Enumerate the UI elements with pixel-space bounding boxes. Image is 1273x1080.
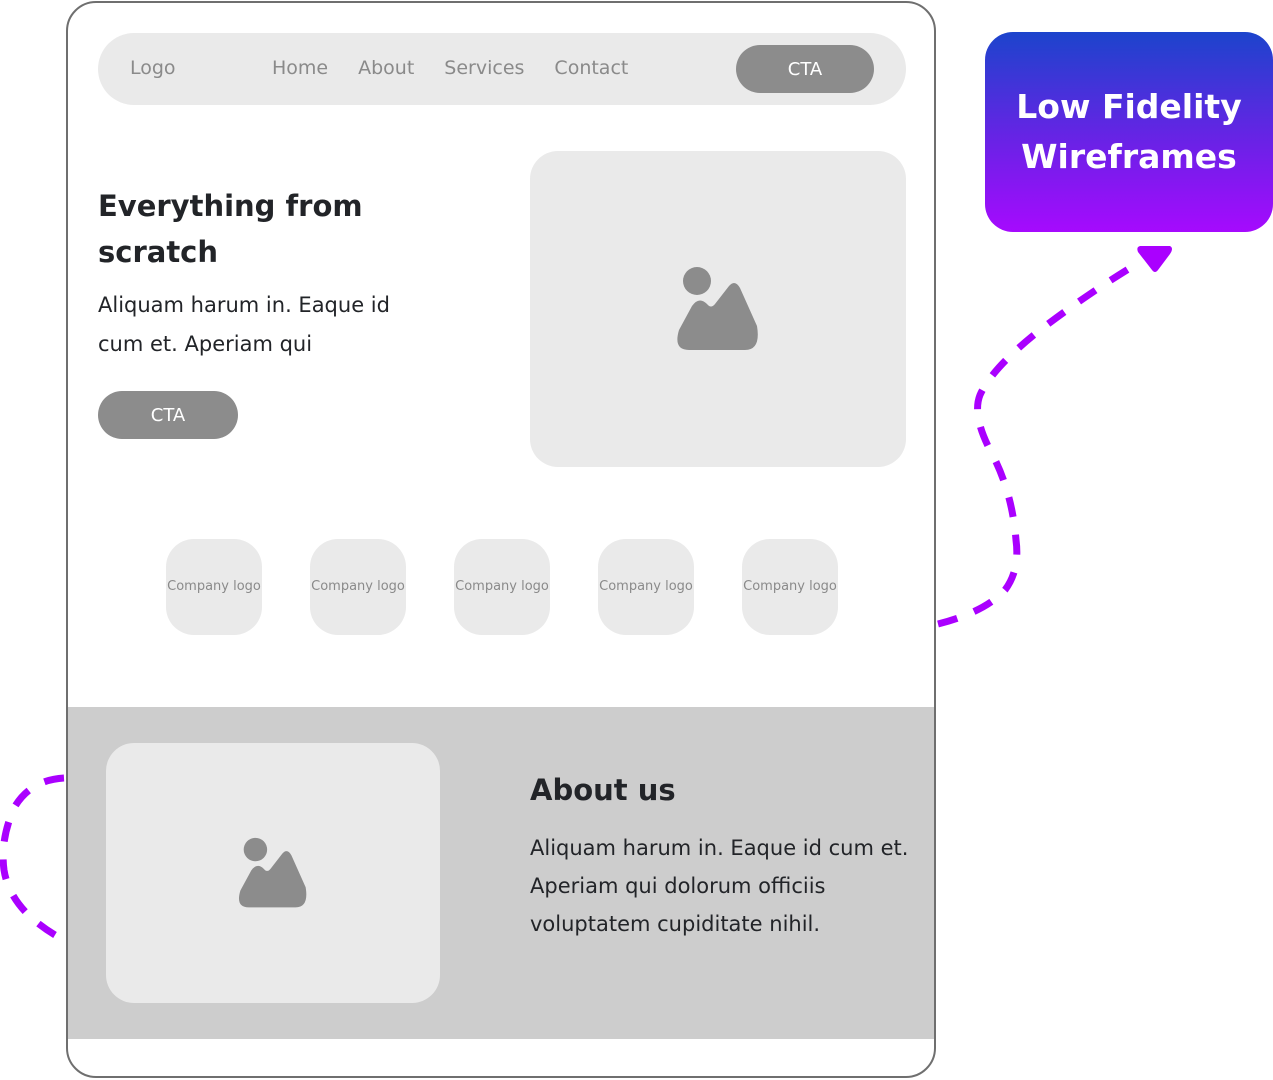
about-image-placeholder	[106, 743, 440, 1003]
navbar: Logo Home About Services Contact CTA	[98, 33, 906, 105]
nav-link-about[interactable]: About	[358, 57, 414, 79]
dashed-loop-path	[0, 774, 65, 939]
image-placeholder-icon	[238, 837, 307, 908]
low-fidelity-badge: Low Fidelity Wireframes	[985, 32, 1273, 232]
hero-image-placeholder	[530, 151, 906, 467]
company-logo-tile: Company logo	[310, 539, 406, 635]
nav-links: Home About Services Contact	[272, 57, 658, 79]
image-placeholder-icon	[677, 267, 758, 350]
nav-logo[interactable]: Logo	[130, 57, 176, 79]
badge-line-1: Low Fidelity	[1016, 87, 1242, 126]
company-logos: Company logo Company logo Company logo C…	[166, 539, 838, 635]
hero-text: Aliquam harum in. Eaque id cum et. Aperi…	[98, 293, 390, 356]
badge-line-2: Wireframes	[1021, 137, 1237, 176]
nav-link-contact[interactable]: Contact	[554, 57, 628, 79]
nav-link-services[interactable]: Services	[444, 57, 524, 79]
company-logo-tile: Company logo	[742, 539, 838, 635]
nav-link-home[interactable]: Home	[272, 57, 328, 79]
hero-cta-button[interactable]: CTA	[98, 391, 238, 439]
wireframe-frame: Logo Home About Services Contact CTA Eve…	[66, 1, 936, 1078]
about-text: Aliquam harum in. Eaque id cum et. Aperi…	[530, 836, 909, 936]
company-logo-tile: Company logo	[598, 539, 694, 635]
company-logo-tile: Company logo	[454, 539, 550, 635]
hero-title: Everything from scratch	[98, 189, 363, 269]
nav-cta-button[interactable]: CTA	[736, 45, 874, 93]
company-logo-tile: Company logo	[166, 539, 262, 635]
about-section: About us Aliquam harum in. Eaque id cum …	[68, 707, 934, 1039]
about-title: About us	[530, 773, 676, 807]
dashed-arrow-path	[937, 258, 1142, 628]
arrowhead-icon	[1137, 246, 1172, 272]
